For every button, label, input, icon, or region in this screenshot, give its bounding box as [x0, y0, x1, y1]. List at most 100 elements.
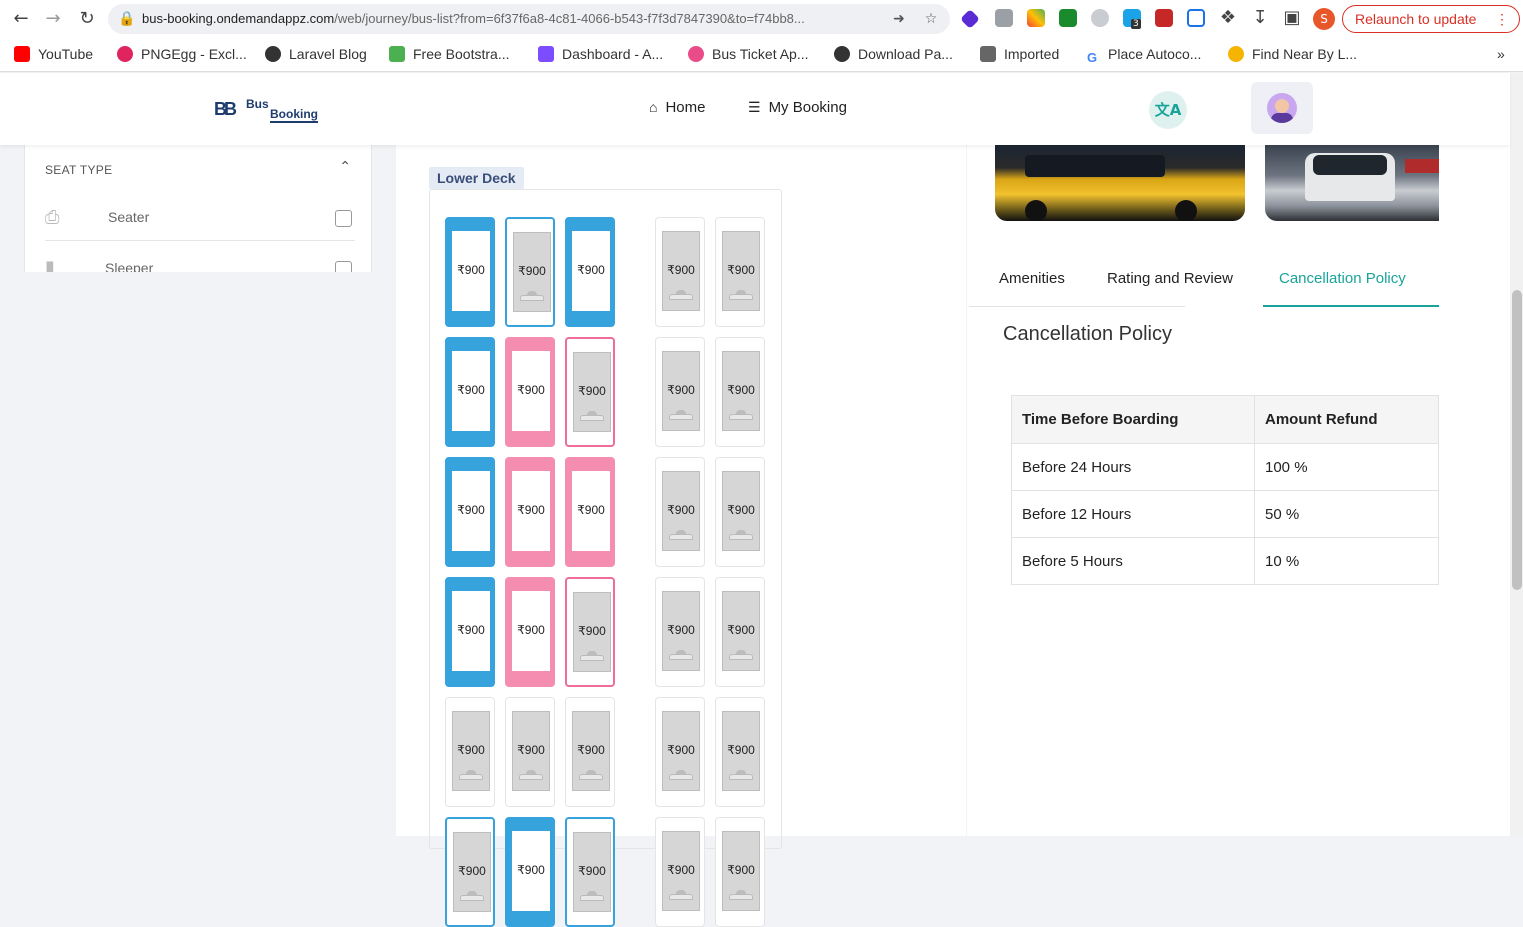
url-text[interactable]: bus-booking.ondemandappz.com/web/journey… [142, 11, 882, 26]
seat-price: ₹900 [667, 743, 695, 757]
nav-home-label: Home [665, 99, 706, 116]
bookmark-laravel-blog[interactable]: Laravel Blog [265, 46, 367, 64]
seater-checkbox[interactable] [335, 210, 352, 227]
sleeper-checkbox[interactable] [335, 261, 352, 272]
address-bar[interactable]: 🔒 bus-booking.ondemandappz.com/web/journ… [108, 4, 950, 34]
user-avatar-button[interactable] [1251, 82, 1313, 134]
extension-screen-icon[interactable] [1187, 9, 1205, 27]
menu-kebab-icon[interactable]: ⋮ [1495, 6, 1509, 32]
share-icon[interactable]: ➜ [890, 10, 908, 28]
nav-my-booking[interactable]: ☰ My Booking [748, 99, 847, 116]
sleeper-seat[interactable]: ₹900 [565, 337, 615, 447]
pillow-base-icon [669, 534, 693, 540]
forward-arrow-icon[interactable]: → [42, 8, 64, 30]
bookmark-place-autocomplete[interactable]: G Place Autoco... [1084, 46, 1201, 66]
folder-icon [980, 46, 996, 62]
bookmark-label: PNGEgg - Excl... [141, 46, 247, 62]
bookmark-find-near-by[interactable]: Find Near By L... [1228, 46, 1357, 64]
filter-item-sleeper[interactable]: ▮ Sleeper [45, 245, 355, 272]
seat-price: ₹900 [727, 743, 755, 757]
sleeper-seat[interactable]: ₹900 [505, 337, 555, 447]
seat-price: ₹900 [457, 743, 485, 757]
puzzle-extensions-icon[interactable]: ❖ [1217, 7, 1239, 29]
page-scrollbar-thumb[interactable] [1512, 290, 1522, 590]
back-arrow-icon[interactable]: ← [10, 8, 32, 30]
side-panel-icon[interactable]: ▣ [1281, 7, 1303, 29]
extension-globe-icon[interactable] [1091, 9, 1109, 27]
profile-avatar[interactable]: S [1313, 8, 1335, 30]
nav-home[interactable]: ⌂ Home [649, 99, 705, 116]
translate-button[interactable]: 文A [1149, 91, 1187, 129]
bookmark-dashboard[interactable]: Dashboard - A... [538, 46, 663, 64]
sleeper-seat[interactable]: ₹900 [505, 217, 555, 327]
site-logo[interactable]: BB Bus Booking [214, 97, 322, 123]
bookmark-label: Dashboard - A... [562, 46, 664, 62]
sleeper-seat[interactable]: ₹900 [715, 457, 765, 567]
sleeper-seat[interactable]: ₹900 [715, 817, 765, 927]
sleeper-seat[interactable]: ₹900 [505, 697, 555, 807]
sleeper-seat[interactable]: ₹900 [715, 697, 765, 807]
sleeper-seat[interactable]: ₹900 [505, 817, 555, 927]
nav-my-booking-label: My Booking [768, 99, 847, 116]
bookmark-star-icon[interactable]: ☆ [922, 10, 940, 28]
sleeper-seat[interactable]: ₹900 [505, 457, 555, 567]
tab-cancellation-policy[interactable]: Cancellation Policy [1279, 270, 1406, 287]
seat-price: ₹900 [458, 864, 486, 878]
sleeper-seat[interactable]: ₹900 [655, 817, 705, 927]
sleeper-seat[interactable]: ₹900 [655, 337, 705, 447]
tab-rating-review[interactable]: Rating and Review [1107, 270, 1233, 287]
bus-photo-2[interactable] [1265, 145, 1439, 221]
sleeper-seat[interactable]: ₹900 [445, 817, 495, 927]
sleeper-seat[interactable]: ₹900 [565, 577, 615, 687]
chevron-up-icon[interactable]: ⌃ [339, 159, 351, 175]
sleeper-seat[interactable]: ₹900 [445, 217, 495, 327]
tab-amenities[interactable]: Amenities [999, 270, 1065, 287]
extension-badge-icon[interactable]: 3 [1123, 9, 1141, 29]
sleeper-seat[interactable]: ₹900 [715, 337, 765, 447]
sleeper-seat[interactable]: ₹900 [715, 577, 765, 687]
seat-price: ₹900 [578, 624, 606, 638]
extension-play-icon[interactable] [1155, 9, 1173, 27]
bookmark-pngegg[interactable]: PNGEgg - Excl... [117, 46, 247, 64]
reload-icon[interactable]: ↻ [76, 8, 98, 30]
sleeper-seat[interactable]: ₹900 [655, 457, 705, 567]
column-header: Amount Refund [1254, 395, 1439, 444]
pillow-base-icon [519, 774, 543, 780]
sleeper-seat[interactable]: ₹900 [505, 577, 555, 687]
table-row: Before 12 Hours 50 % [1011, 490, 1439, 538]
sleeper-seat[interactable]: ₹900 [445, 577, 495, 687]
bookmark-youtube[interactable]: YouTube [14, 46, 93, 64]
relaunch-button[interactable]: Relaunch to update ⋮ [1342, 5, 1520, 33]
sleeper-seat[interactable]: ₹900 [445, 457, 495, 567]
sleeper-seat[interactable]: ₹900 [655, 697, 705, 807]
sleeper-seat[interactable]: ₹900 [655, 577, 705, 687]
sleeper-seat[interactable]: ₹900 [445, 697, 495, 807]
downloads-icon[interactable]: ↧ [1249, 7, 1271, 29]
bookmark-download[interactable]: Download Pa... [834, 46, 953, 64]
bookmark-free-bootstrap[interactable]: Free Bootstra... [389, 46, 509, 64]
bookmarks-overflow-icon[interactable]: » [1497, 46, 1505, 64]
extension-camera-icon[interactable] [995, 9, 1013, 27]
sleeper-seat[interactable]: ₹900 [445, 337, 495, 447]
table-cell: Before 5 Hours [1011, 537, 1255, 585]
bookmark-bus-ticket[interactable]: Bus Ticket Ap... [688, 46, 809, 64]
extension-color-picker-icon[interactable] [1027, 9, 1045, 27]
bookmark-imported[interactable]: Imported [980, 46, 1059, 64]
sleeper-seat[interactable]: ₹900 [565, 817, 615, 927]
sleeper-seat[interactable]: ₹900 [655, 217, 705, 327]
sleeper-seat[interactable]: ₹900 [565, 457, 615, 567]
seat-price: ₹900 [667, 383, 695, 397]
filter-item-seater[interactable]: ⎙ Seater [45, 193, 355, 241]
tab-divider-gap [1185, 306, 1263, 307]
sleeper-seat[interactable]: ₹900 [565, 697, 615, 807]
sleeper-seat[interactable]: ₹900 [715, 217, 765, 327]
extension-download-icon[interactable] [1059, 9, 1077, 27]
extension-diamond-icon[interactable] [960, 9, 980, 29]
seat-price: ₹900 [517, 743, 545, 757]
sleeper-seat[interactable]: ₹900 [565, 217, 615, 327]
seat-type-filter: SEAT TYPE ⌃ ⎙ Seater ▮ Sleeper [24, 145, 372, 272]
bookmark-label: Download Pa... [858, 46, 953, 62]
logo-word-bus: Bus [246, 97, 269, 111]
lock-icon[interactable]: 🔒 [118, 10, 136, 28]
bus-photo-1[interactable] [995, 145, 1245, 221]
